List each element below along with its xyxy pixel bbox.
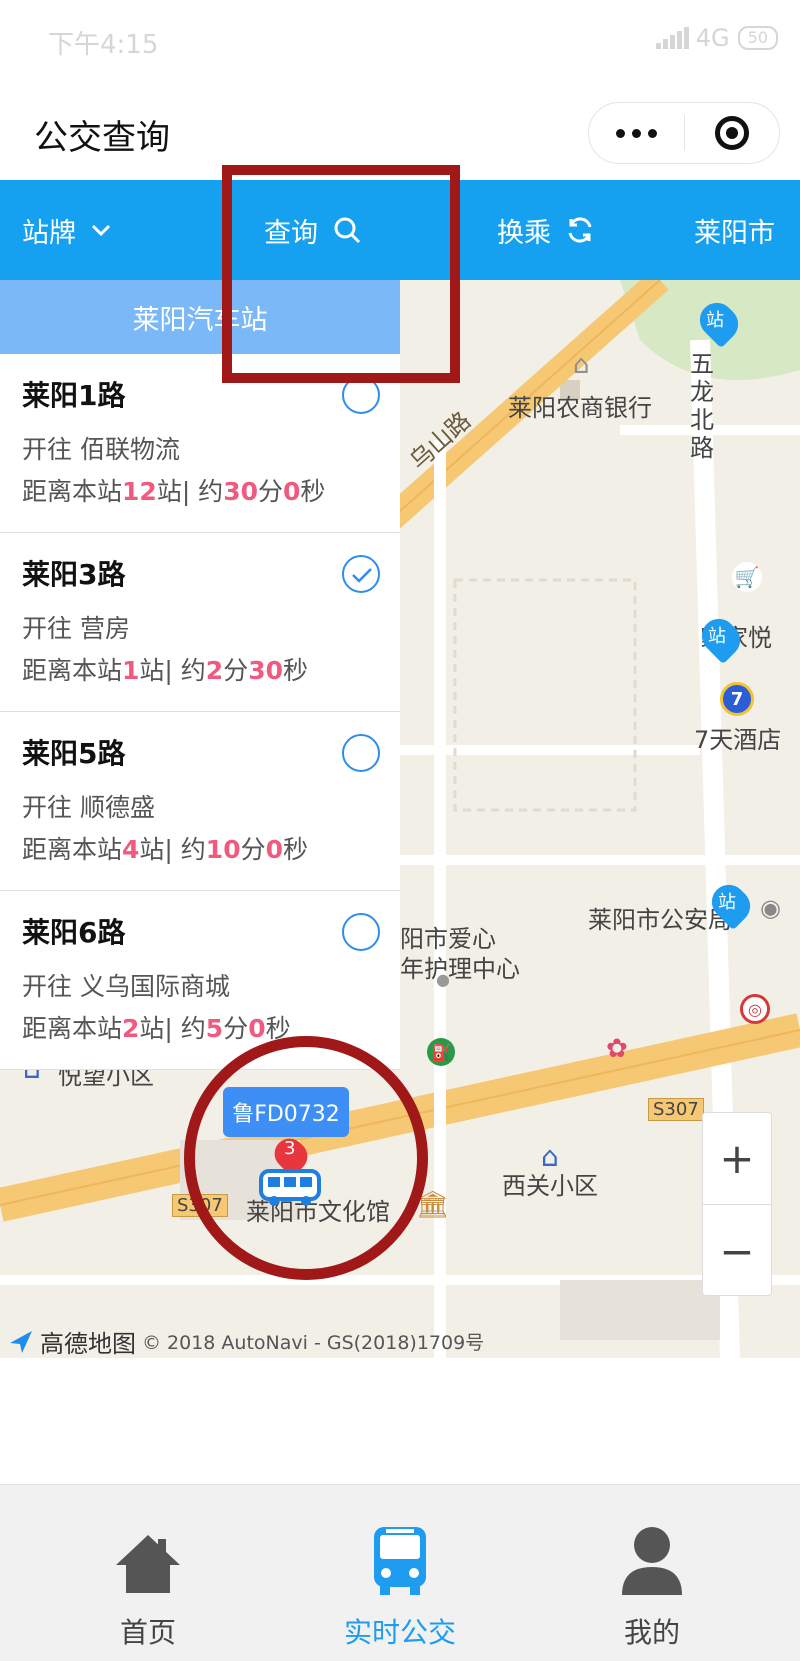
- shopping-cart-icon: 🛒: [732, 562, 762, 592]
- more-dot-icon: [616, 128, 625, 138]
- amap-logo-icon: [10, 1330, 32, 1353]
- amap-brand: 高德地图: [40, 1330, 136, 1358]
- tab-home-label: 首页: [119, 1616, 176, 1649]
- map-label-wulong-north: 五龙北路: [690, 350, 714, 462]
- refresh-icon: [568, 217, 592, 243]
- bank-icon: ◎: [740, 994, 770, 1024]
- more-dot-icon: [632, 128, 641, 138]
- annotation-rectangle: [222, 165, 460, 383]
- route-eta: 距离本站4站| 约10分0秒: [22, 835, 309, 864]
- route-dest-label: 开往: [22, 793, 73, 822]
- gas-station-icon: ⛽: [427, 1038, 455, 1066]
- tab-mine-label: 我的: [623, 1616, 680, 1649]
- battery-level: 50: [747, 28, 768, 47]
- home-icon: [116, 1535, 180, 1593]
- route-dest-label: 开往: [22, 435, 73, 464]
- zoom-in-button[interactable]: +: [703, 1113, 771, 1205]
- page-title: 公交查询: [34, 118, 170, 158]
- status-time: 下午4:15: [48, 30, 159, 60]
- hotel-icon: 7: [720, 682, 754, 716]
- route-list: 莱阳1路 开往 佰联物流 距离本站12站| 约30分0秒 莱阳3路 开往 营房 距离…: [0, 354, 400, 1070]
- close-target-icon: [714, 116, 749, 150]
- city-selector[interactable]: 莱阳市: [694, 180, 775, 280]
- route-destination: 义乌国际商城: [80, 972, 231, 1001]
- close-button[interactable]: [685, 103, 779, 163]
- copyright-text: © 2018 AutoNavi - GS(2018)1709号: [142, 1332, 485, 1354]
- battery-icon: 50: [737, 26, 778, 50]
- zoom-control: + −: [702, 1112, 772, 1296]
- route-eta: 距离本站1站| 约2分30秒: [22, 656, 309, 685]
- user-icon: [622, 1527, 682, 1595]
- transfer-button[interactable]: 换乘: [497, 180, 595, 280]
- route-dest-label: 开往: [22, 614, 73, 643]
- city-label: 莱阳市: [694, 217, 775, 249]
- route-dest-label: 开往: [22, 972, 73, 1001]
- route-eta: 距离本站2站| 约5分0秒: [22, 1014, 291, 1043]
- telecom-icon: ✿: [606, 1034, 628, 1064]
- tab-bar: 首页 实时公交 我的: [0, 1484, 800, 1661]
- stop-board-label: 站牌: [22, 217, 76, 249]
- map-label-hotel: 7天酒店: [694, 726, 782, 754]
- zoom-out-button[interactable]: −: [703, 1205, 771, 1297]
- transfer-label: 换乘: [497, 217, 551, 249]
- route-destination: 顺德盛: [80, 793, 156, 822]
- poi-dot-icon: ●: [436, 970, 450, 989]
- tab-realtime-bus-label: 实时公交: [343, 1616, 456, 1649]
- annotation-circle: [184, 1036, 428, 1280]
- status-bar: 下午4:15 4G 50: [0, 0, 800, 84]
- route-destination: 佰联物流: [80, 435, 181, 464]
- route-select-radio[interactable]: [342, 555, 380, 593]
- map-label-care-center: 阳市爱心 年护理中心: [400, 925, 520, 983]
- residential-icon: ⌂: [541, 1140, 559, 1173]
- map-label-police: 莱阳市公安局: [588, 906, 732, 934]
- miniprogram-capsule: [588, 102, 780, 164]
- bus-stop-pin-label: 站: [718, 892, 736, 913]
- police-icon: ◉: [760, 894, 781, 922]
- bus-stop-pin-label: 站: [708, 626, 726, 647]
- checkmark-icon: [352, 568, 372, 583]
- map-label-bank: 莱阳农商银行: [508, 394, 652, 422]
- route-item[interactable]: 莱阳3路 开往 营房 距离本站1站| 约2分30秒: [0, 533, 400, 712]
- more-button[interactable]: [589, 103, 684, 163]
- map-label-s307-east: S307: [648, 1098, 704, 1121]
- stop-board-dropdown[interactable]: 站牌: [22, 180, 112, 280]
- map-attribution: 高德地图 © 2018 AutoNavi - GS(2018)1709号: [8, 1324, 484, 1359]
- hotel-icon-number: 7: [730, 688, 744, 710]
- building-icon: ⌂: [573, 350, 590, 380]
- route-destination: 营房: [80, 614, 131, 643]
- route-eta: 距离本站12站| 约30分0秒: [22, 477, 326, 506]
- route-select-radio[interactable]: [342, 734, 380, 772]
- bus-icon: [374, 1527, 426, 1595]
- route-item[interactable]: 莱阳5路 开往 顺德盛 距离本站4站| 约10分0秒: [0, 712, 400, 891]
- tab-realtime-bus[interactable]: 实时公交: [310, 1485, 490, 1661]
- chevron-down-icon: [91, 224, 111, 237]
- tab-mine[interactable]: 我的: [562, 1485, 742, 1661]
- more-dot-icon: [648, 128, 657, 138]
- tab-home[interactable]: 首页: [58, 1485, 238, 1661]
- route-select-radio[interactable]: [342, 913, 380, 951]
- status-indicators: 4G 50: [655, 24, 778, 52]
- network-label: 4G: [695, 24, 730, 52]
- bus-stop-pin-label: 站: [706, 310, 724, 331]
- signal-icon: [655, 27, 689, 49]
